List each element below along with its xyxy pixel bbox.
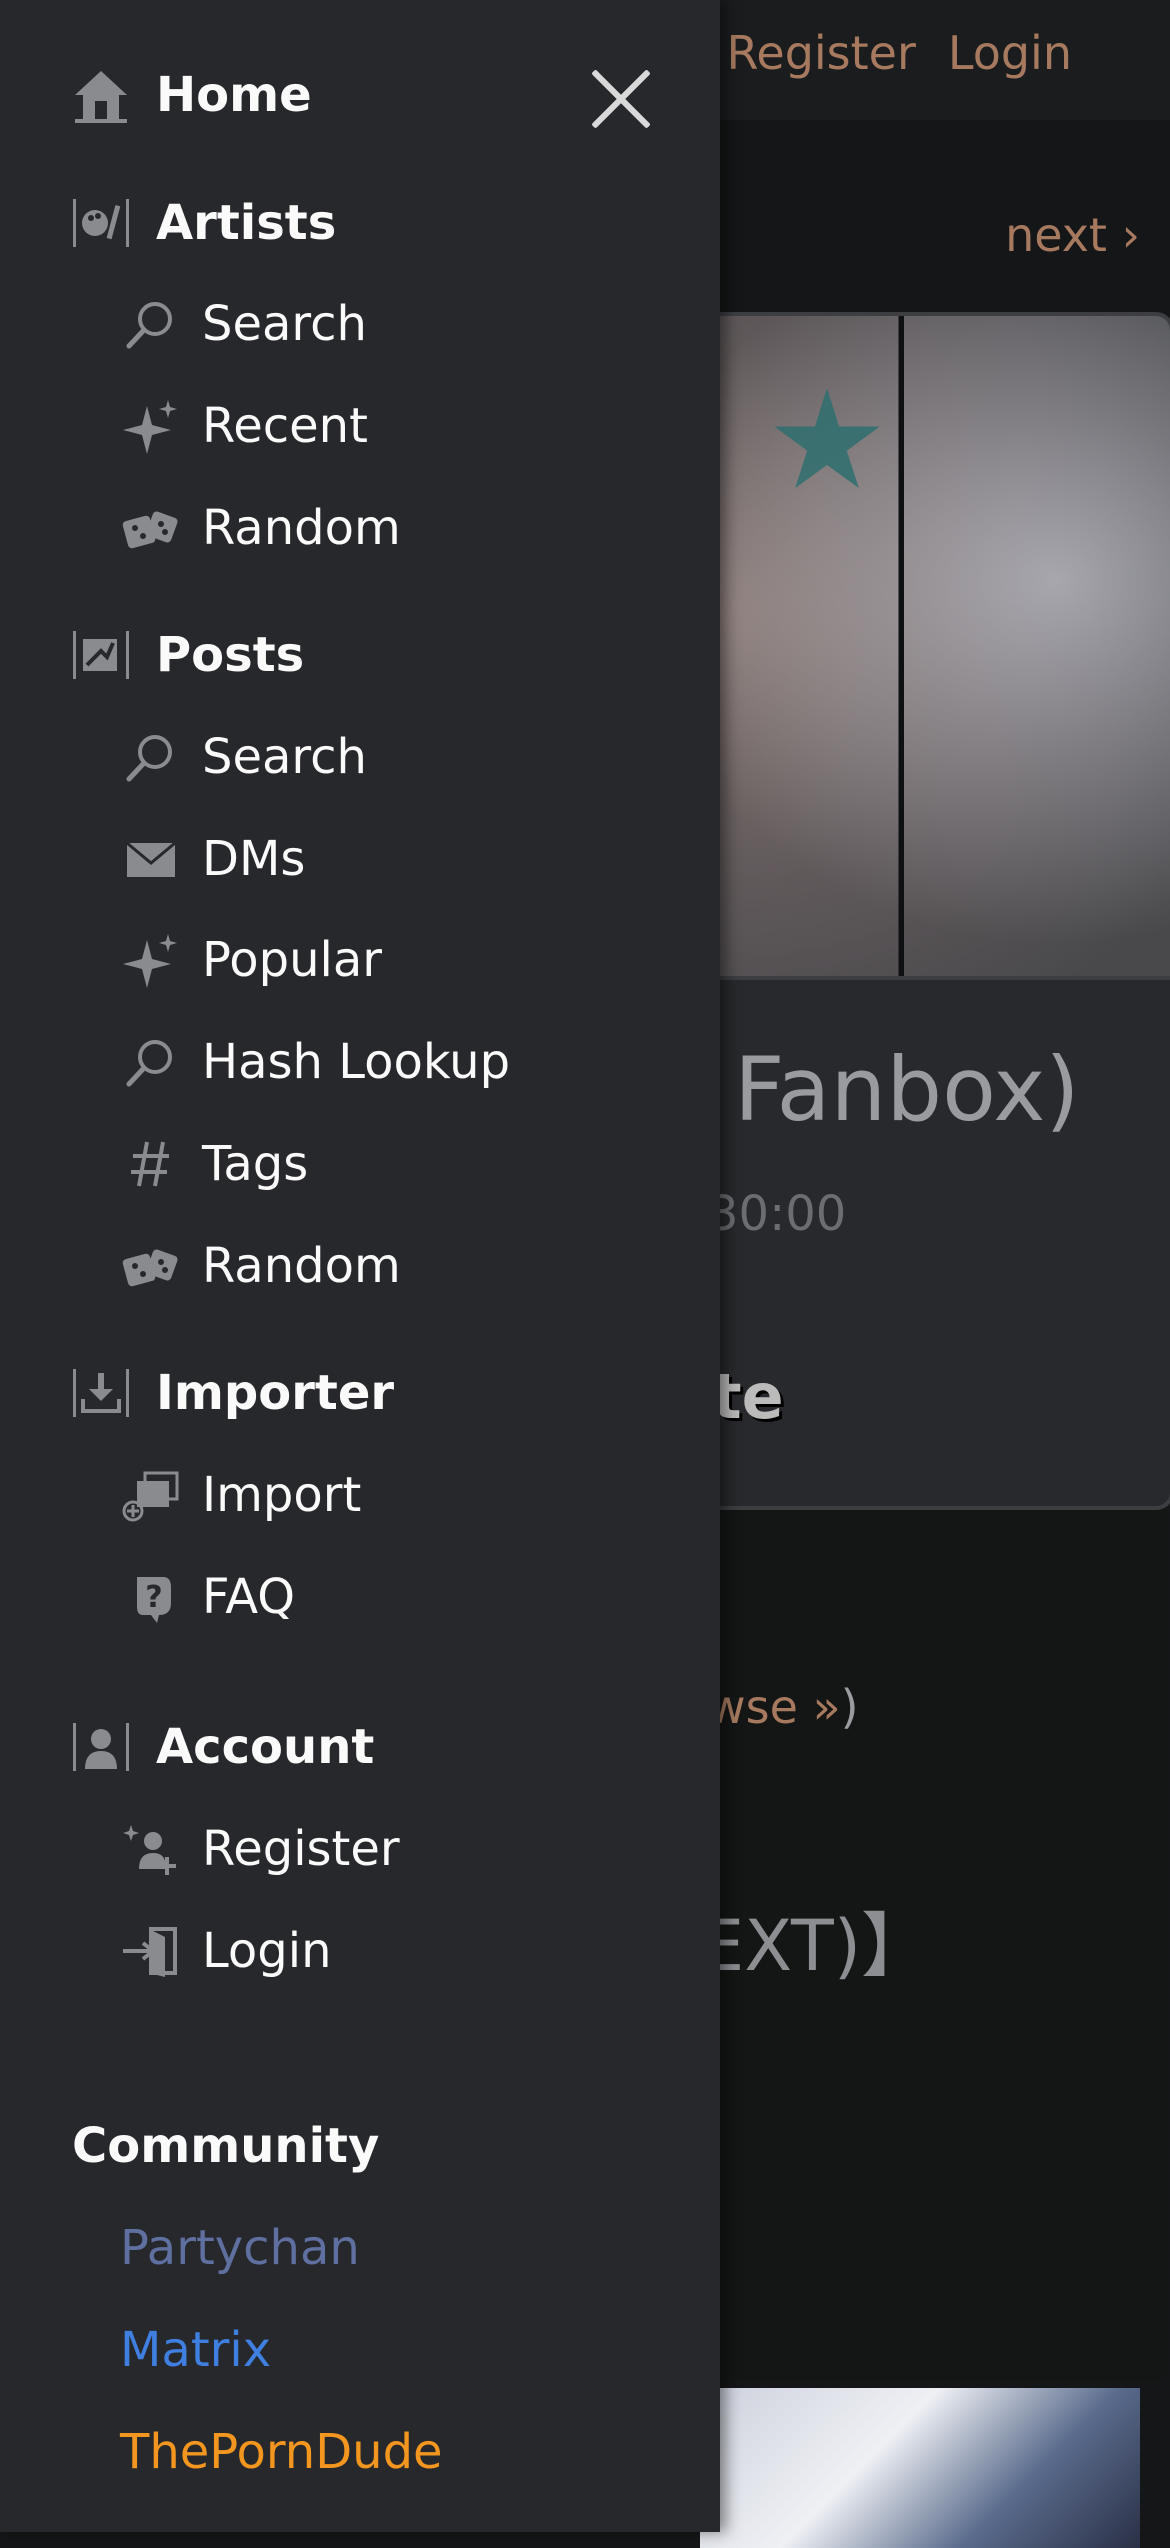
community-heading: Community [72, 2118, 380, 2174]
nav-home-label: Home [156, 67, 312, 123]
dice-icon [120, 1235, 182, 1297]
nav-posts-tags[interactable]: Tags [120, 1133, 308, 1195]
nav-posts-random[interactable]: Random [120, 1235, 401, 1297]
import-icon [120, 1464, 182, 1526]
nav-artists-random-label: Random [202, 500, 401, 556]
search-icon [120, 1031, 182, 1093]
nav-posts[interactable]: Posts [70, 624, 304, 686]
header-links: Register Login [727, 26, 1073, 80]
nav-importer-label: Importer [156, 1365, 395, 1421]
nav-posts-label: Posts [156, 627, 305, 683]
star-ornament [774, 388, 880, 489]
nav-posts-hash-lookup[interactable]: Hash Lookup [120, 1031, 510, 1093]
posts-icon [70, 624, 132, 686]
nav-posts-search-label: Search [202, 729, 367, 785]
nav-posts-tags-label: Tags [202, 1136, 309, 1192]
envelope-icon [120, 828, 182, 890]
nav-artists-recent-label: Recent [202, 398, 368, 454]
browse-link-text[interactable]: wse » [708, 1680, 841, 1734]
hash-icon [120, 1133, 182, 1195]
post-next-text: EXT)】 [700, 1905, 932, 1987]
nav-importer-import[interactable]: Import [120, 1464, 361, 1526]
nav-posts-popular[interactable]: Popular [120, 929, 382, 991]
nav-account-login-label: Login [202, 1923, 332, 1979]
nav-posts-dms[interactable]: DMs [120, 828, 305, 890]
side-drawer: Home Artists Search Recent Random Posts [0, 0, 720, 2532]
search-icon [120, 293, 182, 355]
next-page-link[interactable]: next › [1005, 208, 1140, 262]
nav-artists-search[interactable]: Search [120, 293, 367, 355]
close-icon[interactable] [586, 64, 656, 134]
nav-posts-popular-label: Popular [202, 932, 382, 988]
post-image-2[interactable] [700, 2388, 1140, 2548]
nav-artists-recent[interactable]: Recent [120, 395, 368, 457]
nav-importer-faq-label: FAQ [202, 1569, 295, 1625]
dice-icon [120, 497, 182, 559]
community-link-matrix[interactable]: Matrix [120, 2322, 271, 2378]
nav-posts-dms-label: DMs [202, 831, 306, 887]
register-icon [120, 1818, 182, 1880]
post-title: Fanbox) [734, 1038, 1080, 1141]
browse-paren: ) [840, 1680, 859, 1734]
nav-home[interactable]: Home [70, 64, 312, 126]
account-icon [70, 1716, 132, 1778]
community-link-theporndude[interactable]: ThePornDude [120, 2424, 443, 2480]
nav-importer[interactable]: Importer [70, 1362, 394, 1424]
nav-artists-label: Artists [156, 195, 337, 251]
download-icon [70, 1362, 132, 1424]
post-date: 30:00 [708, 1186, 847, 1242]
post-heading: te [712, 1360, 784, 1433]
community-link-partychan[interactable]: Partychan [120, 2220, 360, 2276]
header-register-link[interactable]: Register [727, 26, 916, 80]
nav-artists[interactable]: Artists [70, 192, 336, 254]
nav-artists-random[interactable]: Random [120, 497, 401, 559]
nav-posts-random-label: Random [202, 1238, 401, 1294]
nav-account[interactable]: Account [70, 1716, 374, 1778]
header-login-link[interactable]: Login [948, 26, 1072, 80]
login-icon [120, 1920, 182, 1982]
nav-posts-hash-lookup-label: Hash Lookup [202, 1034, 511, 1090]
sparkle-icon [120, 929, 182, 991]
nav-importer-faq[interactable]: ? FAQ [120, 1566, 295, 1628]
nav-account-label: Account [156, 1719, 375, 1775]
nav-posts-search[interactable]: Search [120, 726, 367, 788]
nav-account-register-label: Register [202, 1821, 400, 1877]
home-icon [70, 64, 132, 126]
sparkle-icon [120, 395, 182, 457]
search-icon [120, 726, 182, 788]
question-icon: ? [120, 1566, 182, 1628]
nav-importer-import-label: Import [202, 1467, 362, 1523]
nav-artists-search-label: Search [202, 296, 367, 352]
svg-text:?: ? [145, 1580, 162, 1615]
browse-link[interactable]: wse ») [708, 1680, 859, 1734]
nav-account-login[interactable]: Login [120, 1920, 332, 1982]
palette-icon [70, 192, 132, 254]
nav-account-register[interactable]: Register [120, 1818, 400, 1880]
